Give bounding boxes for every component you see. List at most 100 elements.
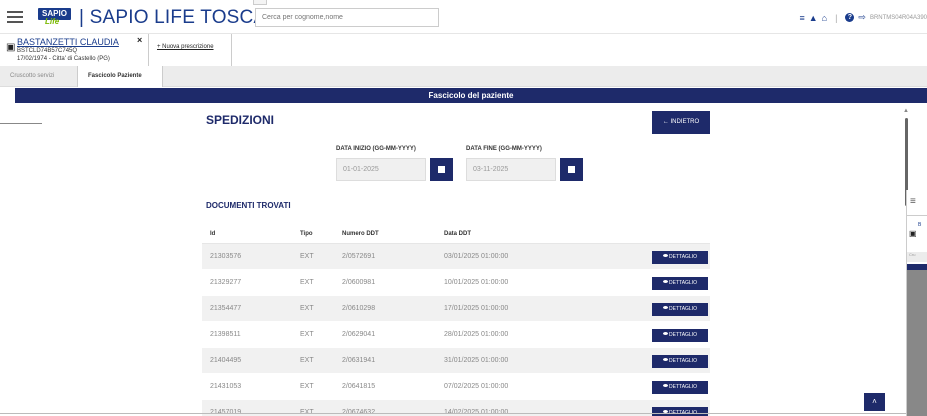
- detail-button[interactable]: DETTAGLIO: [652, 355, 708, 368]
- hamburger-menu-icon[interactable]: [7, 11, 23, 23]
- table-row: 21329277 EXT 2/0600981 10/01/2025 01:00:00 D…: [202, 270, 710, 296]
- close-patient-icon[interactable]: ×: [137, 35, 142, 45]
- table-row: 21398511 EXT 2/0629041 28/01/2025 01:00:00 D…: [202, 322, 710, 348]
- page-title-bar: Fascicolo del paziente: [15, 88, 927, 103]
- detail-button-label: DETTAGLIO: [669, 358, 697, 364]
- tools-separator: |: [835, 12, 838, 23]
- cell-id: 21303576: [210, 253, 242, 260]
- eye-icon: [663, 332, 669, 335]
- eye-icon: [663, 306, 669, 309]
- help-icon[interactable]: ?: [845, 13, 855, 22]
- detail-button[interactable]: DETTAGLIO: [652, 329, 708, 342]
- cell-tipo: EXT: [300, 383, 314, 390]
- cell-numero-ddt: 2/0600981: [342, 279, 376, 286]
- documents-table: Id Tipo Numero DDT Data DDT 21303576 EXT 2…: [202, 224, 710, 416]
- new-prescription-link[interactable]: + Nuova prescrizione: [157, 44, 214, 50]
- top-header: SAPIO Life | SAPIO LIFE TOSCANA ≡ ▲ ⌂ | …: [0, 0, 927, 34]
- table-row: 21431053 EXT 2/0641815 07/02/2025 01:00:00 D…: [202, 374, 710, 400]
- tab-fascicolo-paziente[interactable]: Fascicolo Paziente: [77, 66, 163, 87]
- cell-id: 21354477: [210, 305, 242, 312]
- divider-line: [0, 123, 42, 124]
- patient-birth-info: 17/02/1974 - Citta' di Castello (PG): [17, 56, 110, 62]
- cell-id: 21398511: [210, 331, 241, 338]
- peek-divider: [907, 215, 927, 216]
- table-row: 21404495 EXT 2/0631941 31/01/2025 01:00:00 D…: [202, 348, 710, 374]
- column-header: Tipo: [300, 231, 313, 237]
- window-bottom-edge: [0, 413, 906, 414]
- table-row: 21354477 EXT 2/0610298 17/01/2025 01:00:00 D…: [202, 296, 710, 322]
- table-header: Id Tipo Numero DDT Data DDT: [202, 224, 710, 244]
- cell-id: 21329277: [210, 279, 242, 286]
- tab-cruscotto-servizi[interactable]: Cruscotto servizi: [0, 66, 77, 87]
- cell-data-ddt: 31/01/2025 01:00:00: [444, 357, 509, 364]
- detail-button[interactable]: DETTAGLIO: [652, 407, 708, 416]
- back-button[interactable]: ← INDIETRO: [652, 111, 710, 134]
- column-header: Data DDT: [444, 231, 472, 237]
- detail-button[interactable]: DETTAGLIO: [652, 381, 708, 394]
- column-header: Id: [210, 231, 216, 237]
- cell-data-ddt: 07/02/2025 01:00:00: [444, 383, 509, 390]
- cell-tipo: EXT: [300, 253, 314, 260]
- documents-heading: DOCUMENTI TROVATI: [206, 201, 291, 210]
- cell-data-ddt: 03/01/2025 01:00:00: [444, 253, 509, 260]
- cell-tipo: EXT: [300, 305, 314, 312]
- table-row: 21303576 EXT 2/0572691 03/01/2025 01:00:00 D…: [202, 244, 710, 270]
- eye-icon: [663, 384, 669, 387]
- scroll-up-icon[interactable]: ▲: [903, 108, 909, 114]
- detail-button-label: DETTAGLIO: [669, 306, 697, 312]
- cell-data-ddt: 17/01/2025 01:00:00: [444, 305, 509, 312]
- cell-tipo: EXT: [300, 331, 314, 338]
- id-card-icon: ▣: [6, 42, 16, 53]
- user-code: BRNTMS04R04A390: [869, 14, 927, 21]
- detail-button-label: DETTAGLIO: [669, 332, 697, 338]
- eye-icon: [663, 280, 669, 283]
- peek-overlay: [907, 270, 927, 416]
- peek-menu-icon[interactable]: ≡: [910, 196, 916, 207]
- detail-button-label: DETTAGLIO: [669, 280, 697, 286]
- patient-card-divider: [148, 34, 149, 66]
- patient-tax-code: BSTCLD74B57C745Q: [17, 48, 78, 54]
- cell-data-ddt: 28/01/2025 01:00:00: [444, 331, 509, 338]
- detail-button-label: DETTAGLIO: [669, 384, 697, 390]
- peek-patient-name: B: [918, 222, 922, 228]
- app-window: SAPIO Life | SAPIO LIFE TOSCANA ≡ ▲ ⌂ | …: [0, 0, 927, 416]
- detail-button[interactable]: DETTAGLIO: [652, 303, 708, 316]
- tab-bar: Cruscotto servizi Fascicolo Paziente: [0, 66, 927, 87]
- cell-numero-ddt: 2/0641815: [342, 383, 376, 390]
- start-date-calendar-icon[interactable]: [430, 158, 453, 181]
- cell-numero-ddt: 2/0631941: [342, 357, 376, 364]
- header-tools: ≡ ▲ ⌂ | ? ⇨ BRNTMS04R04A390: [799, 12, 927, 23]
- browser-tab-stub[interactable]: [253, 0, 267, 5]
- end-date-calendar-icon[interactable]: [560, 158, 583, 181]
- list-icon[interactable]: ≡: [799, 13, 804, 23]
- section-heading: SPEDIZIONI: [206, 113, 275, 127]
- peek-id-card-icon: ▣: [909, 229, 917, 238]
- logout-icon[interactable]: ⇨: [858, 12, 866, 23]
- cell-numero-ddt: 2/0572691: [342, 253, 376, 260]
- sapio-logo: SAPIO Life: [38, 8, 71, 27]
- eye-icon: [663, 254, 669, 257]
- table-body: 21303576 EXT 2/0572691 03/01/2025 01:00:00 D…: [202, 244, 710, 416]
- detail-button[interactable]: DETTAGLIO: [652, 251, 708, 264]
- detail-button[interactable]: DETTAGLIO: [652, 277, 708, 290]
- start-date-input[interactable]: [336, 158, 426, 181]
- cell-numero-ddt: 2/0610298: [342, 305, 376, 312]
- patient-name-link[interactable]: BASTANZETTI CLAUDIA: [17, 37, 119, 47]
- patient-card: ▣ BASTANZETTI CLAUDIA BSTCLD74B57C745Q 1…: [0, 34, 232, 66]
- patient-search-input[interactable]: [255, 8, 439, 27]
- scroll-to-top-button[interactable]: ˄: [864, 393, 885, 411]
- logo-life-text: Life: [45, 17, 60, 26]
- cell-tipo: EXT: [300, 357, 314, 364]
- cell-id: 21431053: [210, 383, 242, 390]
- detail-button-label: DETTAGLIO: [669, 254, 697, 260]
- cell-tipo: EXT: [300, 279, 314, 286]
- side-window-peek: ≡ ▣ B Cru: [906, 190, 927, 416]
- end-date-label: DATA FINE (GG-MM-YYYY): [466, 146, 542, 152]
- end-date-input[interactable]: [466, 158, 556, 181]
- cell-data-ddt: 10/01/2025 01:00:00: [444, 279, 509, 286]
- peek-tab: Cru: [907, 252, 927, 262]
- column-header: Numero DDT: [342, 231, 379, 237]
- home-icon[interactable]: ⌂: [822, 13, 827, 23]
- eye-icon: [663, 358, 669, 361]
- user-icon[interactable]: ▲: [809, 13, 818, 23]
